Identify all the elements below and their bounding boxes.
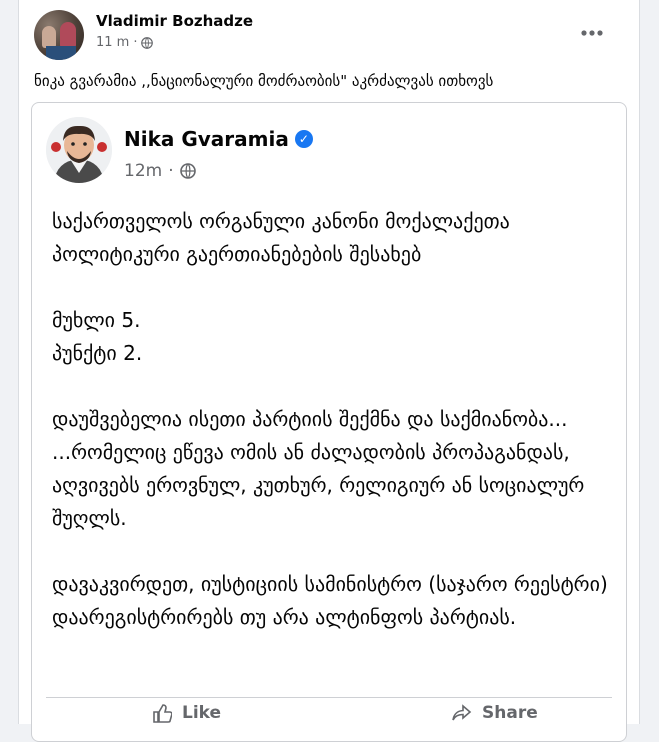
share-label: Share [482,703,538,723]
verified-badge-icon: ✓ [294,130,313,148]
like-label: Like [182,703,222,723]
body-paragraph: საქართველოს ორგანული კანონი მოქალაქეთა პ… [52,209,510,266]
shared-post-body: საქართველოს ორგანული კანონი მოქალაქეთა პ… [52,205,617,667]
shared-post-meta: 12m · [124,161,196,181]
like-button[interactable]: Like [152,703,221,723]
author-avatar[interactable] [34,10,84,60]
shared-author-avatar[interactable] [46,117,112,183]
shared-post-time[interactable]: 12m [124,161,162,181]
share-icon [452,704,472,721]
post-time[interactable]: 11 m [96,35,129,50]
body-paragraph: მუხლი 5. პუნქტი 2. [52,308,143,365]
share-button[interactable]: Share [452,703,538,723]
actions-divider [46,697,612,698]
shared-post[interactable]: Nika Gvaramia ✓ 12m · საქართველოს ორგანუ… [31,102,627,742]
globe-icon [141,36,154,49]
globe-icon [179,163,196,179]
like-icon [153,704,172,723]
body-paragraph: დაუშვებელია ისეთი პარტიის შექმნა და საქმ… [52,407,585,530]
more-horizontal-icon [581,30,603,36]
post-text: ნიკა გვარამია ,,ნაციონალური მოძრაობის" ა… [34,72,494,90]
post-actions: Like Share [32,703,626,733]
more-options-button[interactable] [577,18,607,48]
body-paragraph: დავაკვირდეთ, იუსტიციის სამინისტრო (საჯარ… [52,572,608,629]
shared-author-name-row: Nika Gvaramia ✓ [124,127,313,151]
post-meta: 11 m · [96,35,154,50]
avatar-illustration [46,117,112,183]
feed-post-card: Vladimir Bozhadze 11 m · ნიკა გვარამია ,… [18,0,640,742]
author-name[interactable]: Vladimir Bozhadze [96,12,253,30]
shared-author-name[interactable]: Nika Gvaramia [124,127,289,151]
post-header: Vladimir Bozhadze 11 m · [34,10,627,62]
